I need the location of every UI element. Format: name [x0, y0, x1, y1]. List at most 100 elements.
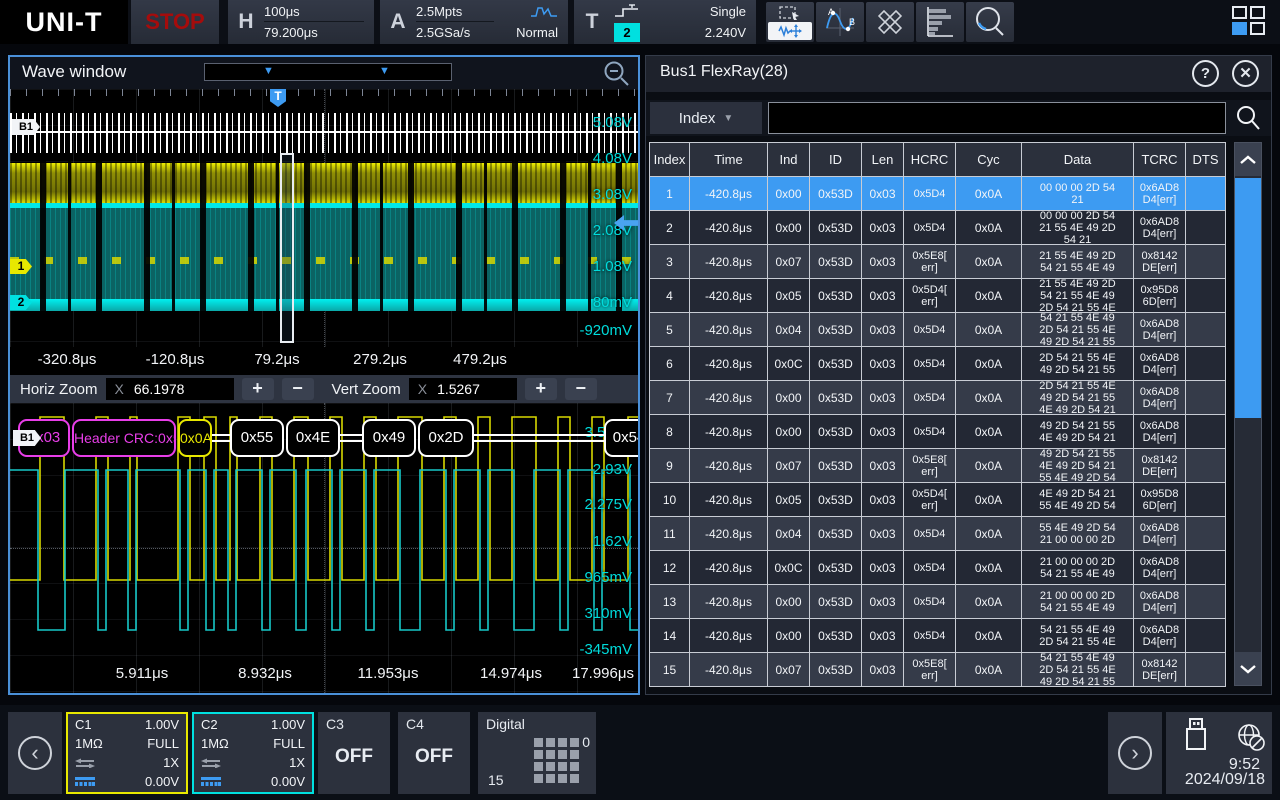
search-zoom-button[interactable] — [966, 2, 1014, 42]
cell-time: -420.8μs — [690, 347, 768, 381]
scroll-up-button[interactable] — [1235, 143, 1261, 176]
cell-tcrc: 0x6AD8 D4[err] — [1134, 619, 1186, 653]
digital-channels-card[interactable]: Digital 0 15 — [478, 712, 596, 794]
zoom-region-marker-1[interactable]: ▼ — [263, 65, 274, 77]
system-status-card[interactable]: 9:52 2024/09/18 — [1166, 712, 1272, 794]
table-row[interactable]: 15 -420.8μs 0x07 0x53D 0x03 0x5E8[ err] … — [650, 653, 1226, 687]
table-row[interactable]: 9 -420.8μs 0x07 0x53D 0x03 0x5E8[ err] 0… — [650, 449, 1226, 483]
cell-len: 0x03 — [862, 211, 904, 245]
horiz-zoom-value-box[interactable]: X 66.1978 — [106, 378, 234, 400]
cell-time: -420.8μs — [690, 211, 768, 245]
search-filter-dropdown[interactable]: Index ▼ — [650, 102, 762, 134]
table-row[interactable]: 3 -420.8μs 0x07 0x53D 0x03 0x5E8[ err] 0… — [650, 245, 1226, 279]
cell-data: 54 21 55 4E 49 2D 54 21 55 4E 49 2D 54 2… — [1022, 313, 1134, 347]
cursor-select-tool-button[interactable] — [766, 2, 814, 42]
acquire-settings-button[interactable]: A 2.5Mpts 2.5GSa/s Normal — [380, 0, 568, 44]
cell-id: 0x53D — [810, 313, 862, 347]
window-layout-button[interactable] — [1232, 6, 1270, 38]
table-row[interactable]: 10 -420.8μs 0x05 0x53D 0x03 0x5D4[ err] … — [650, 483, 1226, 517]
measure-ab-button[interactable]: A B — [816, 2, 864, 42]
cell-len: 0x03 — [862, 619, 904, 653]
close-icon[interactable]: ✕ — [1232, 60, 1259, 87]
cell-index: 11 — [650, 517, 690, 551]
chevron-down-icon: ▼ — [723, 113, 733, 124]
cell-data: 49 2D 54 21 55 4E 49 2D 54 21 55 4E 49 2… — [1022, 449, 1134, 483]
run-stop-button[interactable]: STOP — [131, 0, 219, 44]
table-row[interactable]: 6 -420.8μs 0x0C 0x53D 0x03 0x5D4 0x0A 2D… — [650, 347, 1226, 381]
digital-top-index: 0 — [582, 734, 590, 750]
horizontal-settings-button[interactable]: H 100μs 79.200μs — [228, 0, 374, 44]
zoom-selection-rectangle[interactable] — [280, 153, 294, 343]
horiz-zoom-out-button[interactable]: − — [282, 378, 314, 400]
scale-label: 4.08V — [593, 150, 632, 167]
channel-2-card[interactable]: C21.00V 1MΩFULL 1X 0.00V — [192, 712, 314, 794]
cell-ind: 0x07 — [768, 449, 810, 483]
acquire-waveform-icon — [530, 5, 558, 19]
cell-hcrc: 0x5D4 — [904, 211, 956, 245]
vert-zoom-label: Vert Zoom — [332, 381, 401, 398]
zoom-out-button[interactable] — [603, 60, 630, 87]
flexray-frame-table: Index Time Ind ID Len HCRC Cyc Data TCRC… — [649, 142, 1226, 687]
search-row: Index ▼ — [646, 100, 1271, 136]
marquee-select-icon[interactable] — [768, 4, 812, 22]
scroll-down-button[interactable] — [1235, 652, 1261, 685]
wave-window-header: Wave window ▼ ▼ — [10, 57, 638, 89]
vert-zoom-in-button[interactable]: + — [525, 378, 557, 400]
channel-1-card[interactable]: C11.00V 1MΩFULL 1X 0.00V — [66, 712, 188, 794]
time-tick: 79.2μs — [254, 351, 299, 368]
channel-bar-right-button[interactable]: › — [1108, 712, 1162, 794]
horiz-zoom-in-button[interactable]: + — [242, 378, 274, 400]
table-row[interactable]: 14 -420.8μs 0x00 0x53D 0x03 0x5D4 0x0A 5… — [650, 619, 1226, 653]
waveform-move-icon[interactable] — [768, 22, 812, 40]
histogram-button[interactable] — [916, 2, 964, 42]
table-row[interactable]: 5 -420.8μs 0x04 0x53D 0x03 0x5D4 0x0A 54… — [650, 313, 1226, 347]
cell-cyc: 0x0A — [956, 551, 1022, 585]
search-button[interactable] — [1233, 104, 1263, 132]
zoom-region-marker-2[interactable]: ▼ — [379, 65, 390, 77]
chevron-left-icon: ‹ — [18, 736, 52, 770]
cell-dts — [1186, 517, 1226, 551]
search-input[interactable] — [768, 102, 1226, 134]
table-row[interactable]: 1 -420.8μs 0x00 0x53D 0x03 0x5D4 0x0A 00… — [650, 177, 1226, 211]
time-tick: -120.8μs — [146, 351, 205, 368]
cell-hcrc: 0x5E8[ err] — [904, 653, 956, 687]
table-row[interactable]: 12 -420.8μs 0x0C 0x53D 0x03 0x5D4 0x0A 2… — [650, 551, 1226, 585]
cell-len: 0x03 — [862, 347, 904, 381]
decode-box-data: 0x55 — [230, 419, 284, 457]
ch2-name: C2 — [201, 717, 218, 732]
ruler-tools-button[interactable] — [866, 2, 914, 42]
cell-ind: 0x00 — [768, 585, 810, 619]
channel-4-card[interactable]: C4 OFF — [398, 712, 470, 794]
table-row[interactable]: 7 -420.8μs 0x00 0x53D 0x03 0x5D4 0x0A 2D… — [650, 381, 1226, 415]
help-icon[interactable]: ? — [1192, 60, 1219, 87]
cell-hcrc: 0x5D4 — [904, 551, 956, 585]
scale-label: 965mV — [584, 569, 632, 586]
cell-tcrc: 0x6AD8 D4[err] — [1134, 381, 1186, 415]
table-row[interactable]: 13 -420.8μs 0x00 0x53D 0x03 0x5D4 0x0A 2… — [650, 585, 1226, 619]
wave-window: Wave window ▼ ▼ — [8, 55, 640, 695]
decode-box-header-crc: Header CRC:0x5D4 — [72, 419, 176, 457]
table-scrollbar[interactable] — [1234, 142, 1262, 686]
table-row[interactable]: 2 -420.8μs 0x00 0x53D 0x03 0x5D4 0x0A 00… — [650, 211, 1226, 245]
channel-3-card[interactable]: C3 OFF — [318, 712, 390, 794]
channel-bar-left-button[interactable]: ‹ — [8, 712, 62, 794]
cell-hcrc: 0x5D4 — [904, 517, 956, 551]
ch1-probe: 1X — [163, 755, 179, 770]
wave-position-bar[interactable]: ▼ ▼ — [204, 63, 452, 81]
cell-id: 0x53D — [810, 551, 862, 585]
cell-cyc: 0x0A — [956, 619, 1022, 653]
table-row[interactable]: 11 -420.8μs 0x04 0x53D 0x03 0x5D4 0x0A 5… — [650, 517, 1226, 551]
table-row[interactable]: 8 -420.8μs 0x00 0x53D 0x03 0x5D4 0x0A 49… — [650, 415, 1226, 449]
cell-id: 0x53D — [810, 279, 862, 313]
cell-id: 0x53D — [810, 517, 862, 551]
cell-tcrc: 0x95D8 6D[err] — [1134, 483, 1186, 517]
vert-zoom-value: 1.5267 — [437, 381, 480, 397]
trigger-settings-button[interactable]: T 2 Single 2.240V — [574, 0, 756, 44]
cell-index: 12 — [650, 551, 690, 585]
zoomed-in-waveform-plot: 0x03 Header CRC:0x5D4 0x0A 0x55 0x4E 0x4… — [10, 403, 638, 693]
vert-zoom-out-button[interactable]: − — [565, 378, 597, 400]
scrollbar-thumb[interactable] — [1235, 178, 1261, 418]
table-row[interactable]: 4 -420.8μs 0x05 0x53D 0x03 0x5D4[ err] 0… — [650, 279, 1226, 313]
digital-bottom-index: 15 — [488, 772, 504, 788]
vert-zoom-value-box[interactable]: X 1.5267 — [409, 378, 517, 400]
